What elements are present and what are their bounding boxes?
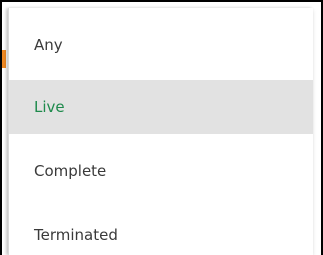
- dropdown-option-live[interactable]: Live: [8, 80, 313, 134]
- dropdown-option-complete[interactable]: Complete: [8, 144, 313, 198]
- dropdown-option-label: Terminated: [34, 226, 118, 244]
- dropdown-option-any[interactable]: Any: [8, 18, 313, 72]
- dropdown-option-label: Complete: [34, 162, 107, 180]
- dropdown-option-label: Live: [34, 98, 65, 116]
- status-dropdown-menu: Any Live Complete Terminated: [8, 8, 313, 255]
- dropdown-option-label: Any: [34, 36, 63, 54]
- underlay-accent-bar: [2, 50, 6, 68]
- screenshot-frame: Any Live Complete Terminated: [0, 0, 323, 255]
- dropdown-option-terminated[interactable]: Terminated: [8, 208, 313, 255]
- dropdown-left-edge: [8, 8, 9, 255]
